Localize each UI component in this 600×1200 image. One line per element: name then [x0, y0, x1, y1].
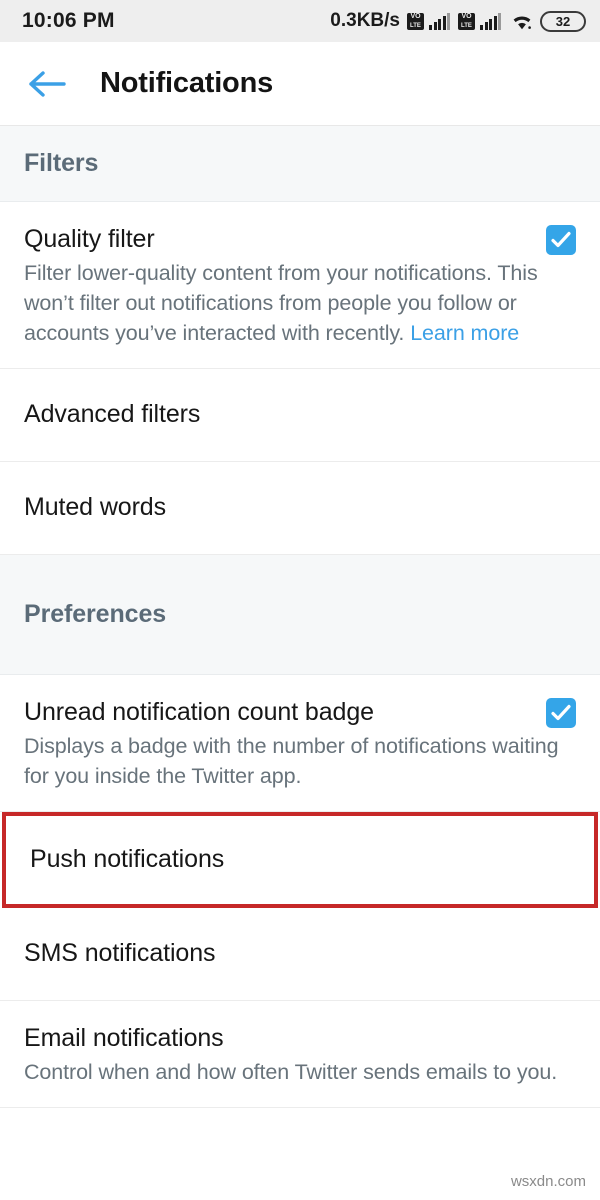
checkbox-quality-filter[interactable] — [546, 225, 576, 255]
page-title: Notifications — [100, 67, 274, 99]
row-push-notifications[interactable]: Push notifications — [2, 812, 598, 908]
row-sms-notifications[interactable]: SMS notifications — [0, 908, 600, 1001]
back-arrow-icon — [29, 70, 66, 97]
section-header-preferences: Preferences — [0, 555, 600, 675]
row-email-notifications[interactable]: Email notifications Control when and how… — [0, 1001, 600, 1108]
row-title-sms-notifications: SMS notifications — [24, 939, 216, 967]
row-quality-filter[interactable]: Quality filter Filter lower-quality cont… — [0, 202, 600, 369]
section-title-preferences: Preferences — [24, 600, 167, 628]
check-icon — [551, 704, 571, 721]
row-title-push-notifications: Push notifications — [30, 845, 225, 873]
row-unread-badge[interactable]: Unread notification count badge Displays… — [0, 675, 600, 812]
app-bar: Notifications — [0, 42, 600, 126]
row-description-unread-badge: Displays a badge with the number of noti… — [24, 734, 559, 788]
row-description-email-notifications: Control when and how often Twitter sends… — [24, 1060, 558, 1084]
battery-icon: 32 — [540, 10, 586, 32]
status-bar: 10:06 PM 0.3KB/s 32 — [0, 0, 600, 42]
status-icons: 0.3KB/s 32 — [330, 10, 586, 32]
row-title-email-notifications: Email notifications — [24, 1024, 224, 1052]
row-title-quality-filter: Quality filter — [24, 225, 155, 253]
check-icon — [551, 231, 571, 248]
learn-more-link[interactable]: Learn more — [410, 321, 519, 345]
back-button[interactable] — [24, 61, 70, 107]
wifi-icon — [511, 13, 533, 30]
checkbox-unread-badge[interactable] — [546, 698, 576, 728]
battery-level-text: 32 — [555, 13, 571, 29]
row-title-muted-words: Muted words — [24, 493, 167, 521]
watermark: wsxdn.com — [510, 1173, 586, 1190]
volte-sim2-icon — [458, 12, 475, 30]
row-muted-words[interactable]: Muted words — [0, 462, 600, 555]
network-speed-text: 0.3KB/s — [330, 10, 400, 31]
section-header-filters: Filters — [0, 126, 600, 202]
volte-sim1-icon — [407, 12, 424, 30]
phone-screen: 10:06 PM 0.3KB/s 32 — [0, 0, 600, 1200]
section-title-filters: Filters — [24, 149, 99, 177]
row-advanced-filters[interactable]: Advanced filters — [0, 369, 600, 462]
row-description-quality-filter: Filter lower-quality content from your n… — [24, 258, 576, 348]
status-clock: 10:06 PM — [22, 9, 115, 32]
row-title-unread-badge: Unread notification count badge — [24, 698, 374, 726]
signal-strength-sim2-icon — [480, 12, 501, 30]
signal-strength-sim1-icon — [429, 12, 450, 30]
row-title-advanced-filters: Advanced filters — [24, 400, 201, 428]
